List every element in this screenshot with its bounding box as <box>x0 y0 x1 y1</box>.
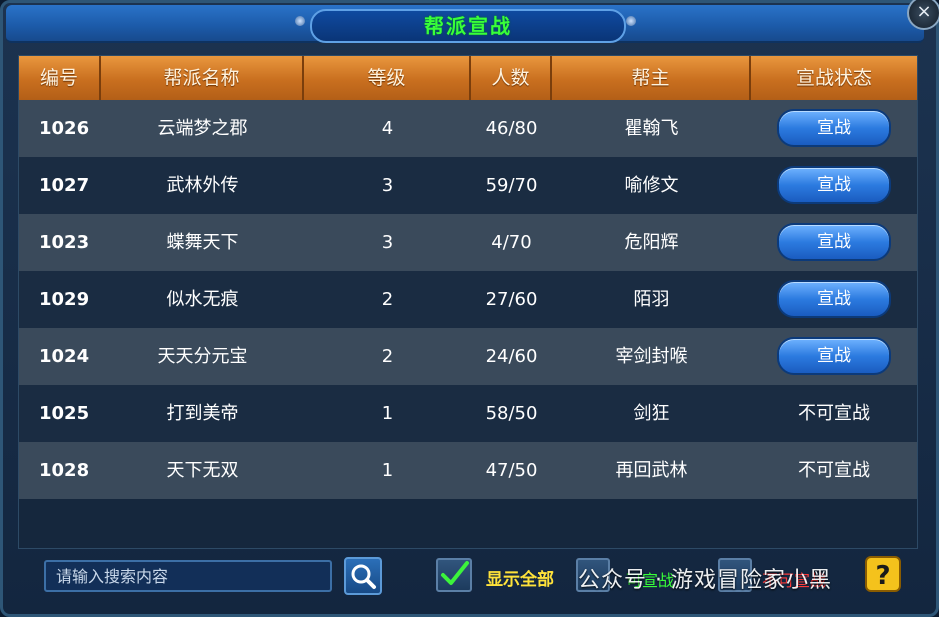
cell-leader: 瞿翰飞 <box>624 118 679 139</box>
cell-leader: 陌羽 <box>633 289 670 310</box>
cell-id: 1025 <box>39 403 90 424</box>
declare-war-button[interactable]: 宣战 <box>777 337 891 375</box>
show-all-label: 显示全部 <box>486 570 554 590</box>
guild-table: 编号 帮派名称 等级 人数 帮主 宣战状态 1026 云端梦之郡 4 46/80 瞿翰飞… <box>18 55 918 549</box>
rivet-left <box>295 16 305 26</box>
cell-guild-name: 打到美帝 <box>166 403 239 424</box>
cell-id: 1029 <box>39 289 90 310</box>
cell-level: 2 <box>381 346 394 367</box>
checkmark-icon <box>441 561 469 585</box>
header-leader: 帮主 <box>552 56 751 100</box>
cell-guild-name: 蝶舞天下 <box>166 232 239 253</box>
search-button[interactable] <box>344 557 382 595</box>
table-row: 1028 天下无双 1 47/50 再回武林 不可宣战 <box>19 442 917 499</box>
header-status: 宣战状态 <box>751 56 917 100</box>
cell-members: 59/70 <box>485 175 538 196</box>
status-not-declarable: 不可宣战 <box>798 403 870 424</box>
cell-level: 1 <box>381 460 394 481</box>
header-id: 编号 <box>19 56 101 100</box>
table-row: 1027 武林外传 3 59/70 喻修文 宣战 <box>19 157 917 214</box>
table-row: 1025 打到美帝 1 58/50 剑狂 不可宣战 <box>19 385 917 442</box>
show-all-checkbox[interactable] <box>436 558 472 592</box>
header-level: 等级 <box>304 56 471 100</box>
header-members: 人数 <box>471 56 552 100</box>
cell-id: 1026 <box>39 118 90 139</box>
status-not-declarable: 不可宣战 <box>798 460 870 481</box>
cell-members: 27/60 <box>485 289 538 310</box>
cell-members: 24/60 <box>485 346 538 367</box>
cell-members: 46/80 <box>485 118 538 139</box>
cell-level: 2 <box>381 289 394 310</box>
declare-war-button[interactable]: 宣战 <box>777 109 891 147</box>
cell-id: 1024 <box>39 346 90 367</box>
cell-level: 1 <box>381 403 394 424</box>
cell-leader: 危阳辉 <box>624 232 679 253</box>
close-button[interactable]: × <box>907 0 939 30</box>
cell-guild-name: 武林外传 <box>166 175 239 196</box>
watermark-text: 公众号 · 游戏冒险家小黑 <box>578 568 832 593</box>
rivet-right <box>626 16 636 26</box>
table-row: 1024 天天分元宝 2 24/60 宰剑封喉 宣战 <box>19 328 917 385</box>
cell-members: 58/50 <box>485 403 538 424</box>
cell-guild-name: 云端梦之郡 <box>157 118 248 139</box>
cell-members: 4/70 <box>491 232 532 253</box>
cell-id: 1023 <box>39 232 90 253</box>
table-row: 1023 蝶舞天下 3 4/70 危阳辉 宣战 <box>19 214 917 271</box>
declare-war-button[interactable]: 宣战 <box>777 223 891 261</box>
declare-war-button[interactable]: 宣战 <box>777 280 891 318</box>
cell-leader: 宰剑封喉 <box>615 346 688 367</box>
cell-leader: 喻修文 <box>624 175 679 196</box>
cell-id: 1027 <box>39 175 90 196</box>
declare-war-button[interactable]: 宣战 <box>777 166 891 204</box>
cell-level: 3 <box>381 175 394 196</box>
cell-level: 3 <box>381 232 394 253</box>
header-name: 帮派名称 <box>101 56 304 100</box>
search-icon <box>351 564 376 589</box>
cell-guild-name: 天天分元宝 <box>157 346 248 367</box>
dialog-title: 帮派宣战 <box>310 9 626 43</box>
cell-level: 4 <box>381 118 394 139</box>
help-button[interactable]: ? <box>865 556 901 592</box>
cell-members: 47/50 <box>485 460 538 481</box>
cell-guild-name: 天下无双 <box>166 460 239 481</box>
cell-id: 1028 <box>39 460 90 481</box>
search-input[interactable] <box>44 560 332 592</box>
table-row: 1029 似水无痕 2 27/60 陌羽 宣战 <box>19 271 917 328</box>
table-row: 1026 云端梦之郡 4 46/80 瞿翰飞 宣战 <box>19 100 917 157</box>
cell-guild-name: 似水无痕 <box>166 289 239 310</box>
cell-leader: 再回武林 <box>615 460 688 481</box>
cell-leader: 剑狂 <box>633 403 670 424</box>
